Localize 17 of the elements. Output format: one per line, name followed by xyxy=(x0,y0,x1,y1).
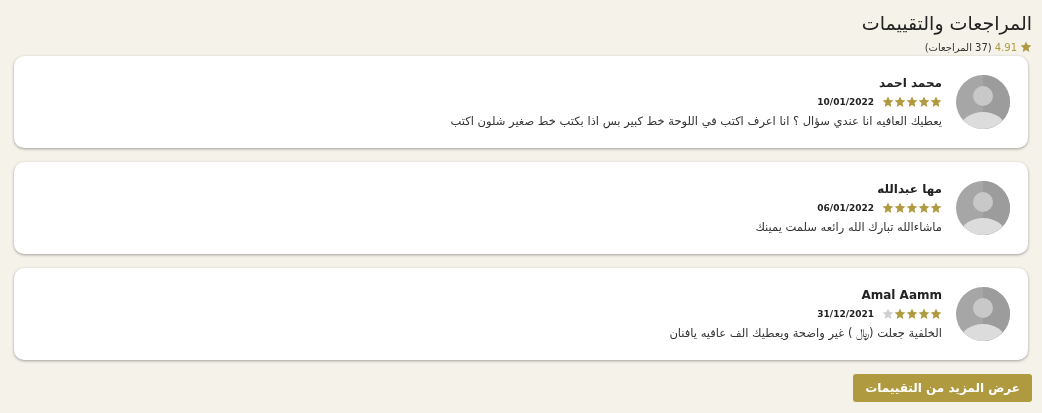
reviewer-name: محمد احمد xyxy=(878,76,942,90)
more-reviews-button[interactable]: عرض المزيد من التقييمات xyxy=(853,374,1032,402)
avatar-icon xyxy=(956,75,1010,129)
review-count: (37 المراجعات) xyxy=(924,41,992,53)
section-title: المراجعات والتقييمات xyxy=(860,11,1032,36)
review-date: 31/12/2021 xyxy=(817,309,874,319)
reviewer-name: Amal Aamm xyxy=(860,288,942,302)
avatar-icon xyxy=(956,287,1010,341)
reviewer-name: مها عبدالله xyxy=(876,182,942,196)
average-rating: 4.91 xyxy=(994,41,1017,53)
review-text: ماشاءالله تبارك الله رائعه سلمت يمينك xyxy=(755,220,942,234)
review-text: يعطيك العافيه انا عندي سؤال ؟ انا اعرف اكتب في اللوحة خط كبير بس اذا بكتب خط صغير شلون اكتب xyxy=(450,114,942,128)
review-date: 06/01/2022 xyxy=(817,203,874,213)
review-text: الخلفية جعلت (﷼ ) غير واضحة ويعطيك الف عافيه يافنان xyxy=(669,326,942,340)
review-date: 10/01/2022 xyxy=(817,97,874,107)
star-icon xyxy=(1020,41,1032,53)
avatar-icon xyxy=(956,181,1010,235)
